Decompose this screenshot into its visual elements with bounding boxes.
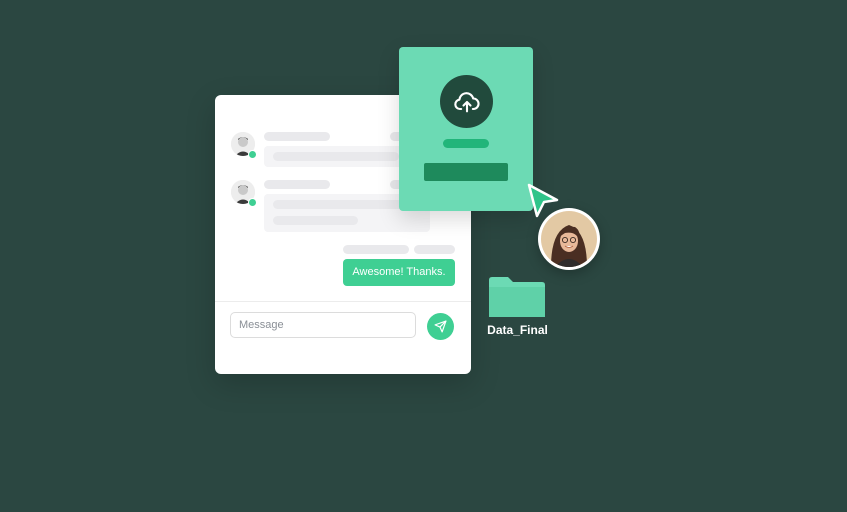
message-line-placeholder [273,152,399,161]
scene: Awesome! Thanks. Message Data_Final [0,0,847,512]
online-status-dot [248,150,257,159]
sender-name-placeholder [343,245,409,254]
upload-button[interactable] [424,163,508,181]
message-input[interactable] [230,312,416,338]
composer-divider [215,301,471,302]
folder-name[interactable]: Data_Final [480,323,555,337]
send-button[interactable] [427,313,454,340]
upload-card [399,47,533,211]
send-icon [434,320,447,333]
cloud-upload-icon [453,91,480,112]
message-bubble [264,146,407,167]
sent-message-bubble: Awesome! Thanks. [343,259,455,286]
sender-name-placeholder [264,132,330,141]
upload-icon-circle[interactable] [440,75,493,128]
folder-icon[interactable] [488,276,546,318]
sender-name-placeholder [264,180,330,189]
upload-title-placeholder [443,139,489,148]
collaborator-avatar[interactable] [538,208,600,270]
online-status-dot [248,198,257,207]
timestamp-placeholder [414,245,455,254]
message-line-placeholder [273,216,358,225]
